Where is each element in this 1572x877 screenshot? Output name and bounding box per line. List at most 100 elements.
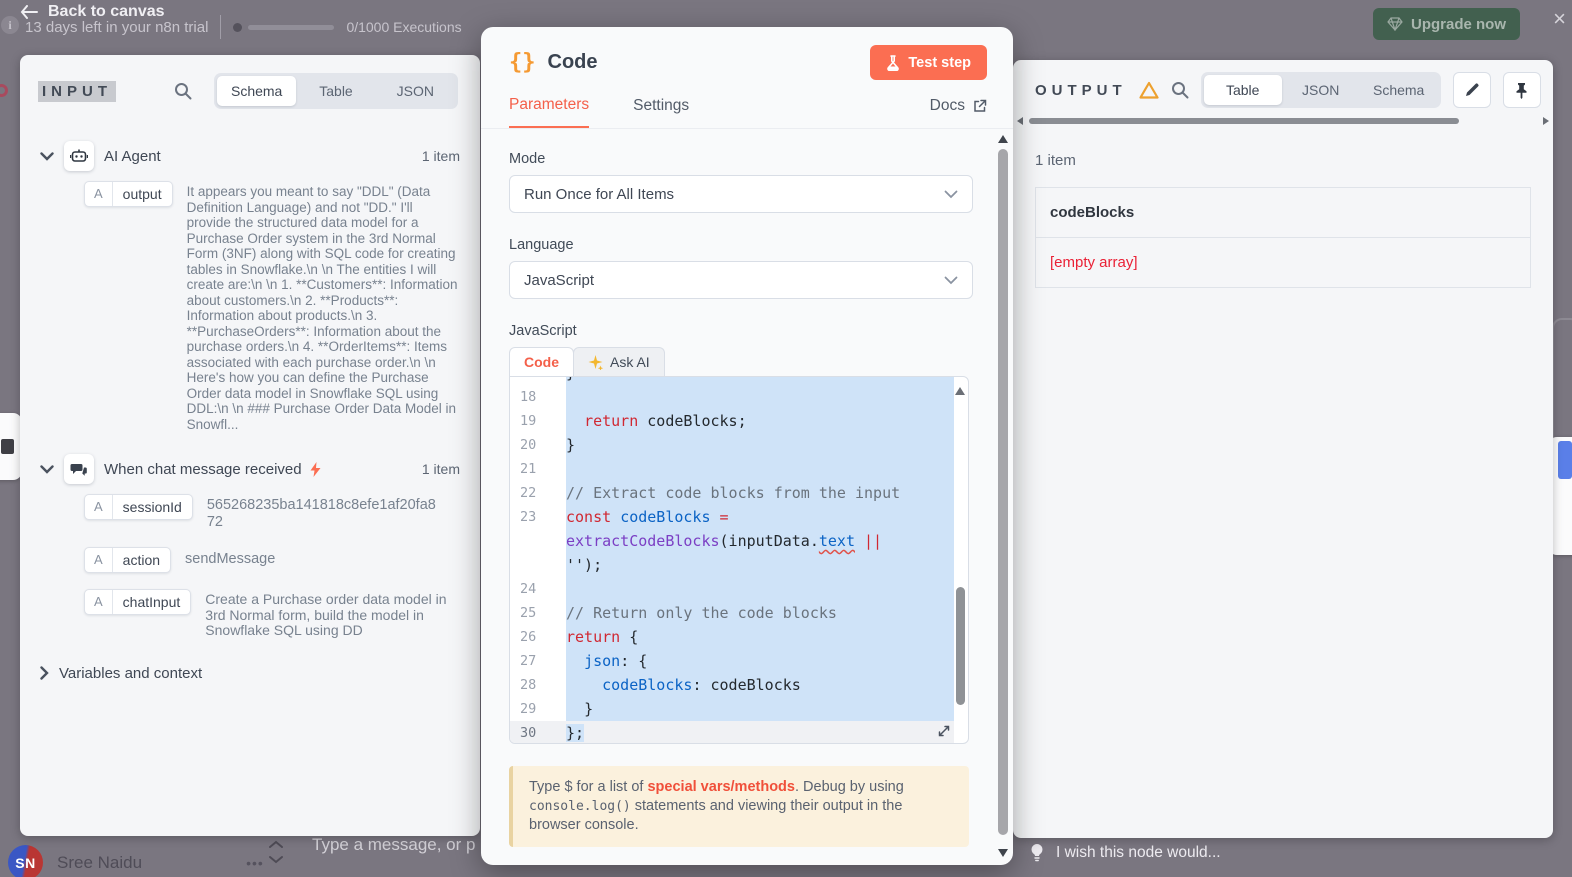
info-icon[interactable]: i bbox=[1, 16, 19, 34]
input-panel-title: INPUT bbox=[38, 80, 116, 102]
modal-scrollbar-thumb[interactable] bbox=[998, 149, 1008, 835]
docs-link[interactable]: Docs bbox=[930, 97, 987, 127]
node-feedback-text: I wish this node would... bbox=[1056, 843, 1221, 861]
search-icon[interactable] bbox=[1171, 81, 1189, 99]
sessionid-field-pill[interactable]: A sessionId bbox=[84, 494, 193, 520]
scrollbar-thumb[interactable] bbox=[1029, 118, 1459, 124]
user-menu-dots[interactable]: ••• bbox=[246, 855, 264, 871]
output-field-row[interactable]: A output It appears you meant to say "DD… bbox=[84, 181, 460, 432]
chevron-down-icon[interactable] bbox=[268, 855, 284, 864]
output-field-value: It appears you meant to say "DDL" (Data … bbox=[186, 184, 458, 432]
output-panel-title: OUTPUT bbox=[1035, 81, 1127, 99]
chevron-down-icon bbox=[944, 276, 958, 284]
input-tab-json[interactable]: JSON bbox=[376, 76, 455, 106]
field-type: A bbox=[85, 590, 113, 614]
chat-trigger-count: 1 item bbox=[421, 461, 460, 477]
chat-scroll-controls[interactable] bbox=[268, 840, 284, 864]
action-field-row[interactable]: A action sendMessage bbox=[84, 547, 460, 573]
chatinput-field-pill[interactable]: A chatInput bbox=[84, 589, 192, 615]
output-view-tabs: Table JSON Schema bbox=[1200, 72, 1441, 108]
output-panel: OUTPUT Table JSON Schema 1 item codeBloc… bbox=[1013, 60, 1553, 838]
variables-context-row[interactable]: Variables and context bbox=[40, 665, 460, 682]
editor-tab-code[interactable]: Code bbox=[509, 347, 574, 376]
editor-resize-handle[interactable] bbox=[936, 723, 952, 739]
chevron-down-icon[interactable] bbox=[40, 151, 54, 161]
language-value: JavaScript bbox=[524, 271, 595, 289]
editor-tab-ask-ai[interactable]: Ask AI bbox=[573, 347, 665, 376]
output-table: codeBlocks [empty array] bbox=[1035, 187, 1531, 288]
language-select[interactable]: JavaScript bbox=[509, 261, 973, 299]
output-tab-table[interactable]: Table bbox=[1203, 75, 1282, 105]
input-panel: INPUT Schema Table JSON AI Agent 1 item … bbox=[20, 55, 480, 836]
sessionid-field-value: 565268235ba141818c8efe1af20fa872 bbox=[206, 497, 436, 530]
modal-scrollbar[interactable] bbox=[996, 135, 1010, 857]
code-editor[interactable]: }18 19 return codeBlocks;20}21 22// Extr… bbox=[509, 376, 969, 744]
output-tab-schema[interactable]: Schema bbox=[1360, 75, 1438, 105]
test-step-button[interactable]: Test step bbox=[870, 45, 987, 80]
node-feedback-link[interactable]: I wish this node would... bbox=[1030, 843, 1221, 862]
code-lines[interactable]: }18 19 return codeBlocks;20}21 22// Extr… bbox=[510, 377, 954, 743]
user-account-row[interactable]: SN Sree Naidu ••• bbox=[8, 845, 264, 877]
scroll-right-arrow[interactable] bbox=[1543, 117, 1549, 125]
modal-scroll-down-arrow[interactable] bbox=[998, 849, 1008, 857]
pin-data-button[interactable] bbox=[1502, 72, 1541, 108]
mode-label: Mode bbox=[509, 151, 546, 167]
editor-section-label: JavaScript bbox=[509, 323, 577, 339]
upgrade-now-button[interactable]: Upgrade now bbox=[1372, 8, 1520, 40]
chat-trigger-label: When chat message received bbox=[104, 460, 302, 478]
trial-text: 13 days left in your n8n trial bbox=[25, 18, 209, 36]
mode-value: Run Once for All Items bbox=[524, 185, 675, 203]
variables-context-label: Variables and context bbox=[59, 664, 203, 682]
ai-agent-label: AI Agent bbox=[104, 147, 161, 165]
output-horizontal-scrollbar[interactable] bbox=[1015, 116, 1551, 126]
output-table-value[interactable]: [empty array] bbox=[1036, 238, 1530, 287]
pencil-icon bbox=[1465, 83, 1479, 96]
chatinput-field-row[interactable]: A chatInput Create a Purchase order data… bbox=[84, 589, 460, 639]
chevron-right-icon[interactable] bbox=[40, 666, 49, 680]
tab-settings[interactable]: Settings bbox=[633, 97, 689, 127]
field-type: A bbox=[85, 495, 113, 519]
editor-scroll-up-arrow[interactable] bbox=[955, 387, 965, 395]
trial-bar: 13 days left in your n8n trial 0/1000 Ex… bbox=[25, 15, 462, 39]
close-icon[interactable]: × bbox=[1553, 8, 1566, 30]
avatar[interactable]: SN bbox=[8, 845, 43, 877]
input-view-tabs: Schema Table JSON bbox=[214, 73, 458, 109]
input-tab-schema[interactable]: Schema bbox=[217, 76, 297, 106]
output-table-header[interactable]: codeBlocks bbox=[1036, 188, 1530, 238]
ai-agent-node-row[interactable]: AI Agent 1 item bbox=[40, 141, 460, 171]
ai-agent-count: 1 item bbox=[421, 148, 460, 164]
chat-trigger-node-row[interactable]: When chat message received 1 item bbox=[40, 454, 460, 484]
modal-scroll-up-arrow[interactable] bbox=[998, 135, 1008, 143]
search-icon[interactable] bbox=[174, 82, 192, 100]
mode-select[interactable]: Run Once for All Items bbox=[509, 175, 973, 213]
executions-progress bbox=[233, 22, 335, 32]
special-vars-link[interactable]: special vars/methods bbox=[647, 779, 795, 795]
chat-input-ghost-text: Type a message, or p bbox=[312, 835, 476, 854]
node-title[interactable]: Code bbox=[548, 51, 598, 74]
chevron-down-icon[interactable] bbox=[40, 464, 54, 474]
input-tab-table[interactable]: Table bbox=[296, 76, 375, 106]
editor-scrollbar[interactable] bbox=[954, 379, 967, 741]
executions-count: 0/1000 Executions bbox=[346, 19, 462, 35]
scroll-left-arrow[interactable] bbox=[1017, 117, 1023, 125]
output-tab-json[interactable]: JSON bbox=[1282, 75, 1360, 105]
gem-icon bbox=[1387, 17, 1403, 31]
tab-parameters[interactable]: Parameters bbox=[509, 96, 590, 128]
warning-icon bbox=[1139, 81, 1159, 99]
hint-text: Type $ for a list of bbox=[529, 779, 648, 795]
edit-output-button[interactable] bbox=[1452, 72, 1491, 108]
action-field-pill[interactable]: A action bbox=[84, 547, 172, 573]
canvas-node-partial-left bbox=[0, 413, 22, 480]
progress-track bbox=[248, 24, 335, 30]
output-field-pill[interactable]: A output bbox=[84, 181, 173, 207]
divider bbox=[220, 15, 222, 39]
field-type: A bbox=[85, 548, 113, 572]
chevron-up-icon[interactable] bbox=[268, 840, 284, 849]
canvas-node-port bbox=[0, 84, 8, 97]
chatinput-field-value: Create a Purchase order data model in 3r… bbox=[205, 591, 447, 638]
user-name: Sree Naidu bbox=[57, 852, 143, 872]
code-node-icon: {} bbox=[509, 50, 536, 75]
sessionid-field-row[interactable]: A sessionId 565268235ba141818c8efe1af20f… bbox=[84, 494, 460, 531]
field-type: A bbox=[85, 182, 113, 206]
editor-scrollbar-thumb[interactable] bbox=[956, 587, 965, 705]
